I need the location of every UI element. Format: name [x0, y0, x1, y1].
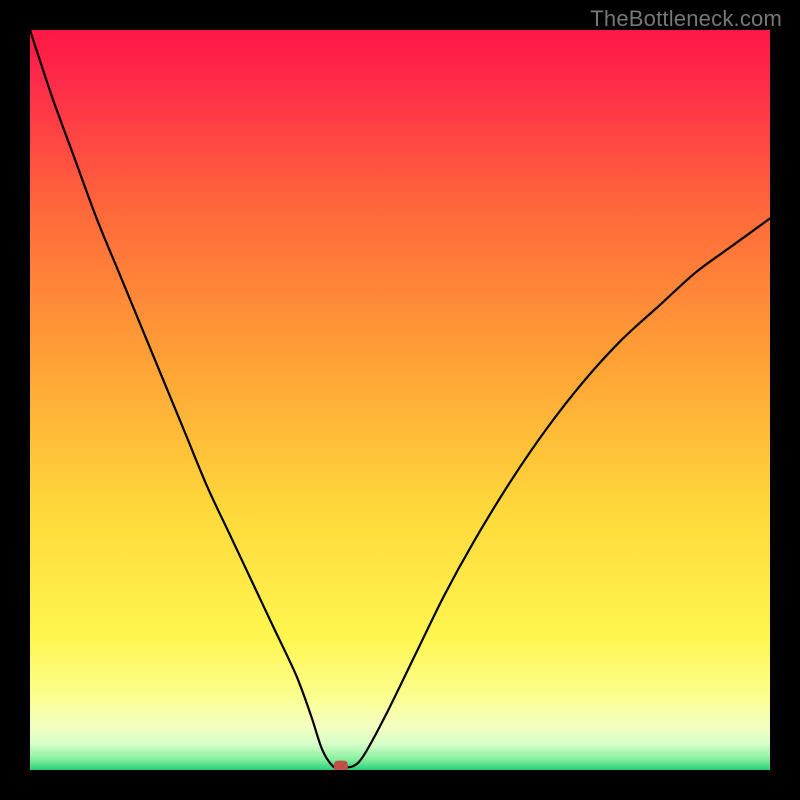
watermark-label: TheBottleneck.com	[590, 6, 782, 32]
gradient-background	[30, 30, 770, 770]
optimum-marker	[334, 761, 348, 770]
chart-svg	[30, 30, 770, 770]
chart-frame: TheBottleneck.com	[0, 0, 800, 800]
plot-area	[30, 30, 770, 770]
